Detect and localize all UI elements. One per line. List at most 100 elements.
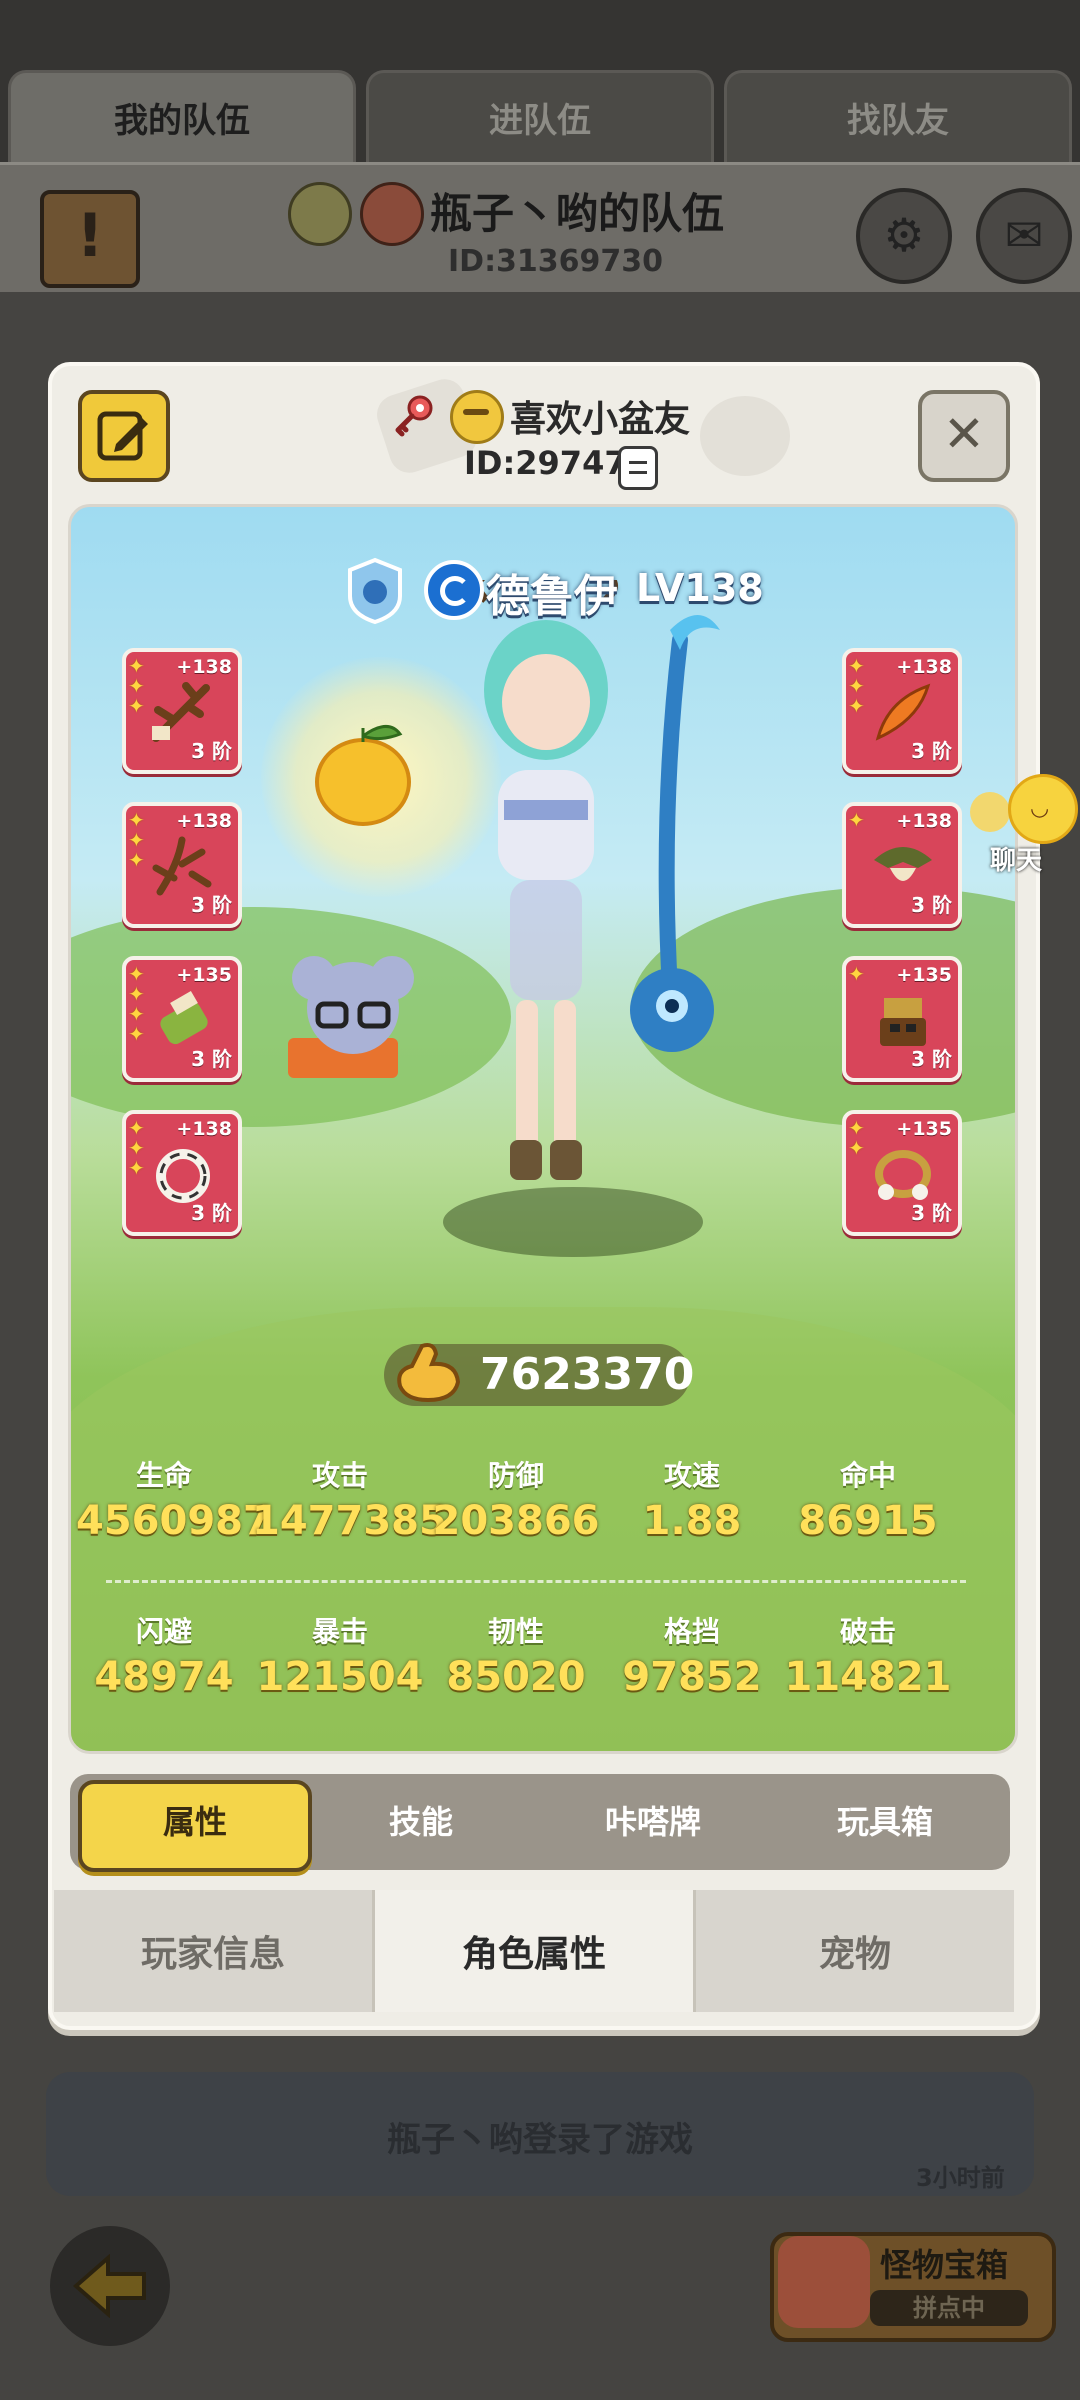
stat-attack-speed: 攻速 1.88: [604, 1454, 780, 1544]
equipment-enhance-level: +138: [176, 810, 232, 832]
team-emblem-icon: [360, 182, 424, 246]
tab-toybox[interactable]: 玩具箱: [772, 1780, 998, 1864]
log-action: 登录了游戏: [523, 2120, 693, 2160]
equipment-slot-left-3[interactable]: ✦ ✦ ✦ ✦ +135 3 阶: [122, 956, 242, 1082]
stat-value: 85020: [446, 1654, 586, 1700]
edit-profile-button[interactable]: [78, 390, 170, 482]
druid-class-icon: [424, 560, 484, 620]
edit-pencil-icon: [97, 411, 148, 461]
player-avatar-emoji-icon: [450, 390, 504, 444]
stat-label: 防御: [487, 1459, 544, 1492]
star-icon: ✦: [128, 654, 145, 678]
equipment-slot-right-4[interactable]: ✦ ✦ +135 3 阶: [842, 1110, 962, 1236]
tab-join-team[interactable]: 进队伍: [366, 70, 714, 162]
chest-title: 怪物宝箱: [880, 2246, 1009, 2284]
stat-value: 114821: [784, 1654, 952, 1700]
character-class: 德鲁伊: [486, 571, 618, 622]
equipment-slot-right-2[interactable]: ✦ +138 3 阶: [842, 802, 962, 928]
quest-board-icon[interactable]: !: [40, 190, 140, 288]
star-icon: ✦: [848, 674, 865, 698]
team-chat-button[interactable]: ✉: [976, 188, 1072, 284]
star-icon: ✦: [128, 674, 145, 698]
profile-section-tabs: 玩家信息 角色属性 宠物: [54, 1890, 1014, 2012]
stat-value: 203866: [432, 1498, 600, 1544]
tab-cards[interactable]: 咔嗒牌: [540, 1780, 766, 1864]
close-modal-button[interactable]: ✕: [918, 390, 1010, 482]
koala-pet-icon: [288, 956, 414, 1078]
copy-id-icon[interactable]: [618, 446, 658, 490]
equipment-enhance-level: +135: [176, 964, 232, 986]
star-icon: ✦: [128, 828, 145, 852]
stat-toughness: 韧性 85020: [428, 1610, 604, 1700]
stat-defense: 防御 203866: [428, 1454, 604, 1544]
stat-crit: 暴击 121504: [252, 1610, 428, 1700]
equipment-enhance-level: +138: [896, 810, 952, 832]
orange-fruit-pet-icon: [315, 725, 411, 826]
tab-player-info[interactable]: 玩家信息: [54, 1890, 375, 2012]
equipment-slot-left-4[interactable]: ✦ ✦ ✦ +138 3 阶: [122, 1110, 242, 1236]
floating-chat-button[interactable]: ◡ 聊天: [970, 770, 1078, 876]
stat-label: 命中: [839, 1459, 896, 1492]
stat-pierce: 破击 114821: [780, 1610, 956, 1700]
blue-staff-weapon-icon: [630, 615, 720, 1052]
stat-value: 1.88: [642, 1498, 742, 1544]
tab-pets[interactable]: 宠物: [696, 1890, 1014, 2012]
equipment-slot-left-1[interactable]: ✦ ✦ ✦ +138 3 阶: [122, 648, 242, 774]
equipment-tier: 3 阶: [911, 1201, 952, 1225]
equipment-tier: 3 阶: [191, 1047, 232, 1071]
settings-gear-button[interactable]: ⚙: [856, 188, 952, 284]
stat-label: 生命: [135, 1459, 192, 1492]
star-rating: ✦: [848, 964, 872, 984]
equipment-enhance-level: +135: [896, 1118, 952, 1140]
equipment-slot-left-2[interactable]: ✦ ✦ ✦ +138 3 阶: [122, 802, 242, 928]
star-icon: ✦: [848, 1136, 865, 1160]
log-timestamp: 3小时前: [916, 2164, 1005, 2192]
stat-label: 暴击: [311, 1615, 368, 1648]
star-icon: ✦: [848, 962, 865, 986]
star-icon: ✦: [848, 1116, 865, 1140]
equipment-slot-right-1[interactable]: ✦ ✦ ✦ +138 3 阶: [842, 648, 962, 774]
equipment-slot-right-3[interactable]: ✦ +135 3 阶: [842, 956, 962, 1082]
star-icon: ✦: [128, 808, 145, 832]
stat-value: 1477385: [252, 1498, 447, 1544]
tab-attributes[interactable]: 属性: [78, 1780, 312, 1872]
stat-label: 攻速: [663, 1459, 720, 1492]
tab-skills[interactable]: 技能: [308, 1780, 534, 1864]
equipment-tier: 3 阶: [911, 1047, 952, 1071]
stats-row: 生命 4560987 攻击 1477385 防御 203866 攻速 1.88 命中 86…: [70, 1454, 1010, 1544]
character-level: LV138: [636, 566, 764, 610]
key-icon: [395, 395, 433, 437]
team-tabs: 我的队伍 进队伍 找队友: [8, 70, 1072, 162]
equipment-enhance-level: +138: [176, 656, 232, 678]
tab-character-attributes[interactable]: 角色属性: [375, 1890, 696, 2012]
tab-find-teammates[interactable]: 找队友: [724, 70, 1072, 162]
stat-value: 86915: [798, 1498, 938, 1544]
combat-power-value: 7623370: [480, 1349, 695, 1400]
tab-my-team[interactable]: 我的队伍: [8, 70, 356, 162]
star-rating: ✦: [848, 810, 872, 830]
star-icon: ✦: [848, 654, 865, 678]
equipment-enhance-level: +135: [896, 964, 952, 986]
star-icon: ✦: [128, 1022, 145, 1046]
back-button[interactable]: [50, 2226, 170, 2346]
equipment-tier: 3 阶: [191, 1201, 232, 1225]
star-icon: ✦: [128, 1002, 145, 1026]
team-id: ID:31369730: [448, 244, 664, 279]
stat-label: 攻击: [311, 1459, 368, 1492]
equipment-enhance-level: +138: [896, 656, 952, 678]
smiley-face-icon: ◡: [1030, 796, 1050, 821]
muscle-power-icon: [397, 1343, 461, 1403]
stat-value: 121504: [256, 1654, 424, 1700]
chat-label: 聊天: [990, 846, 1043, 876]
stats-divider: [106, 1580, 966, 1583]
star-icon: ✦: [848, 808, 865, 832]
equipment-tier: 3 阶: [191, 739, 232, 763]
activity-log-text: 瓶子丶哟登录了游戏: [0, 2112, 1080, 2161]
equipment-tier: 3 阶: [911, 893, 952, 917]
chat-bubble-icon: [970, 792, 1010, 832]
stat-dodge: 闪避 48974: [76, 1610, 252, 1700]
equipment-enhance-level: +138: [176, 1118, 232, 1140]
star-icon: ✦: [848, 694, 865, 718]
stat-label: 破击: [839, 1615, 896, 1648]
stat-attack: 攻击 1477385: [252, 1454, 447, 1544]
